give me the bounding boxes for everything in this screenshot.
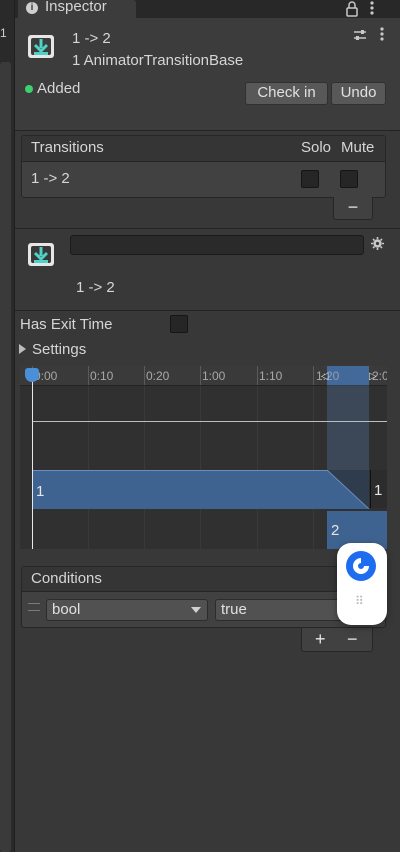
floating-assistant-widget[interactable]: ⠿ — [337, 543, 387, 625]
playhead-handle[interactable] — [25, 368, 39, 382]
assistant-icon[interactable] — [346, 551, 376, 581]
transition-row-name: 1 -> 2 — [31, 170, 70, 187]
playhead[interactable] — [32, 370, 33, 549]
conditions-footer: + − — [301, 628, 373, 652]
sliders-icon[interactable] — [353, 28, 367, 46]
left-dock-strip: 1 — [0, 0, 15, 852]
tick-label: 1:00 — [202, 369, 226, 383]
check-in-button[interactable]: Check in — [245, 82, 328, 105]
more-icon[interactable] — [379, 26, 385, 46]
transitions-column-solo: Solo — [301, 139, 332, 156]
grid-line — [88, 386, 89, 549]
left-scrollbar[interactable] — [0, 62, 11, 852]
remove-condition-button[interactable]: − — [347, 629, 358, 650]
destination-track-label: 2 — [331, 522, 340, 539]
transition-name-field[interactable] — [70, 235, 364, 255]
tick-line — [144, 366, 145, 385]
grid-line — [200, 386, 201, 549]
conditions-header: Conditions — [22, 567, 385, 592]
blend-region — [327, 470, 369, 509]
transitions-column-mute: Mute — [341, 139, 375, 156]
drag-handle-icon[interactable]: ⠿ — [355, 594, 364, 608]
condition-parameter-value: bool — [52, 601, 81, 618]
transition-title: 1 -> 2 — [76, 279, 115, 296]
conditions-title: Conditions — [31, 570, 102, 587]
gear-icon[interactable] — [371, 237, 384, 254]
condition-value: true — [221, 601, 247, 618]
transition-range-overlay[interactable] — [327, 366, 369, 470]
header-subtitle: 1 AnimatorTransitionBase — [72, 52, 244, 69]
transitions-list-header: Transitions Solo Mute — [22, 136, 385, 162]
source-track-label: 1 — [36, 483, 45, 500]
mute-checkbox[interactable] — [340, 170, 358, 188]
undo-button[interactable]: Undo — [331, 82, 386, 105]
inspector-header: 1 -> 2 1 AnimatorTransitionBase Added Ch… — [15, 18, 400, 131]
conditions-list: Conditions bool true — [21, 566, 386, 628]
status-label: Added — [37, 80, 81, 97]
source-state-track-next[interactable]: 1 — [370, 470, 387, 508]
transition-icon — [27, 32, 55, 62]
tick-line — [313, 366, 314, 385]
tick-label: 1:10 — [259, 369, 283, 383]
has-exit-time-checkbox[interactable] — [170, 315, 188, 333]
add-condition-button[interactable]: + — [315, 629, 326, 650]
solo-checkbox[interactable] — [301, 170, 319, 188]
info-icon: i — [26, 2, 38, 14]
settings-foldout-icon[interactable] — [19, 344, 26, 354]
tick-label: 0:10 — [90, 369, 114, 383]
grid-line — [257, 386, 258, 549]
trailing-track-label: 1 — [374, 482, 383, 499]
tick-label: 0:20 — [146, 369, 170, 383]
source-state-track[interactable]: 1 — [32, 470, 330, 509]
transitions-column-name: Transitions — [31, 139, 104, 156]
grid-line — [313, 386, 314, 549]
grid-line — [144, 386, 145, 549]
tab-inspector[interactable]: i Inspector — [18, 0, 136, 18]
drag-handle-icon[interactable] — [28, 603, 40, 611]
condition-row[interactable]: bool true — [22, 592, 385, 627]
divider — [15, 310, 400, 311]
transition-row[interactable]: 1 -> 2 — [22, 162, 385, 197]
transitions-list: Transitions Solo Mute 1 -> 2 — [21, 135, 386, 198]
remove-transition-button[interactable]: − — [333, 197, 373, 220]
header-title: 1 -> 2 — [72, 30, 111, 47]
settings-foldout-label[interactable]: Settings — [32, 341, 86, 358]
transition-timeline[interactable]: 0:00 0:10 0:20 1:00 1:10 1:20 2:00 ◁ ▷ 1… — [20, 366, 387, 549]
tick-line — [88, 366, 89, 385]
more-icon[interactable] — [369, 0, 375, 20]
tick-line — [200, 366, 201, 385]
has-exit-time-label: Has Exit Time — [20, 316, 113, 333]
condition-parameter-dropdown[interactable]: bool — [46, 599, 208, 621]
chevron-down-icon — [191, 607, 201, 613]
range-end-handle-icon[interactable]: ▷ — [369, 371, 377, 382]
added-status-icon — [25, 85, 33, 93]
transition-icon — [27, 240, 55, 270]
blend-curve — [32, 421, 387, 422]
tab-inspector-label: Inspector — [45, 0, 107, 15]
divider — [15, 228, 400, 229]
left-strip-number: 1 — [0, 26, 7, 40]
tick-line — [257, 366, 258, 385]
